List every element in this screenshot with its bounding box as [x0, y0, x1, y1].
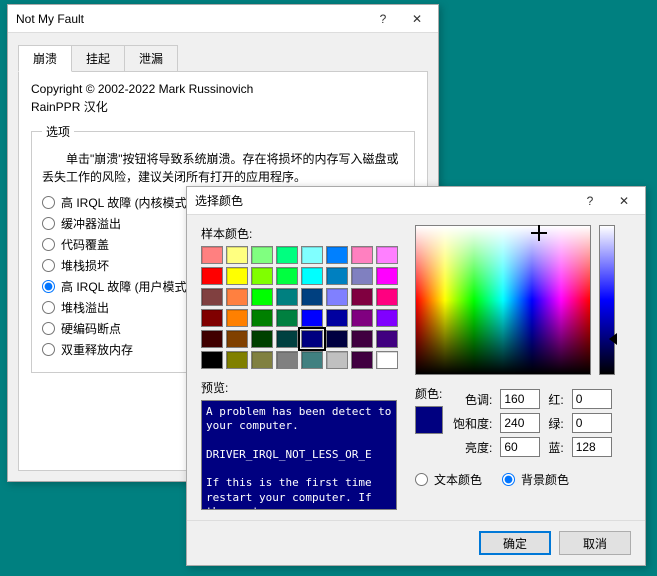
preview-box: A problem has been detect to your comput…	[201, 400, 397, 510]
color-swatch[interactable]	[276, 351, 298, 369]
color-swatch[interactable]	[376, 351, 398, 369]
options-legend: 选项	[42, 123, 74, 140]
color-swatch[interactable]	[201, 309, 223, 327]
cp-help-button[interactable]: ?	[573, 190, 607, 212]
red-label: 红:	[548, 391, 563, 408]
cp-titlebar: 选择颜色 ? ✕	[187, 187, 645, 215]
copyright-text: Copyright © 2002-2022 Mark Russinovich	[31, 82, 415, 96]
color-swatch[interactable]	[276, 330, 298, 348]
color-picker-window: 选择颜色 ? ✕ 样本颜色: 预览: A problem has been de…	[186, 186, 646, 566]
green-input[interactable]	[572, 413, 612, 433]
hue-input[interactable]	[500, 389, 540, 409]
preview-label: 预览:	[201, 379, 401, 396]
color-fields: 色调: 红: 饱和度: 绿: 亮度: 蓝:	[453, 389, 612, 457]
color-swatch[interactable]	[376, 309, 398, 327]
color-swatch[interactable]	[351, 246, 373, 264]
color-swatch[interactable]	[351, 351, 373, 369]
color-swatch[interactable]	[351, 330, 373, 348]
green-label: 绿:	[548, 415, 563, 432]
color-swatch[interactable]	[301, 246, 323, 264]
gradient-crosshair	[534, 228, 544, 238]
color-swatch[interactable]	[226, 267, 248, 285]
color-swatch[interactable]	[301, 288, 323, 306]
color-swatch[interactable]	[326, 351, 348, 369]
color-swatch[interactable]	[251, 330, 273, 348]
help-button[interactable]: ?	[366, 8, 400, 30]
color-swatch[interactable]	[251, 246, 273, 264]
color-swatch[interactable]	[251, 288, 273, 306]
color-swatch[interactable]	[201, 246, 223, 264]
color-swatch[interactable]	[276, 288, 298, 306]
bg-color-radio[interactable]: 背景颜色	[502, 471, 569, 488]
hue-label: 色调:	[453, 391, 492, 408]
options-description: 单击"崩溃"按钮将导致系统崩溃。存在将损坏的内存写入磁盘或丢失工作的风险，建议关…	[42, 150, 404, 186]
cp-close-button[interactable]: ✕	[607, 190, 641, 212]
color-swatch[interactable]	[351, 309, 373, 327]
color-swatch[interactable]	[226, 330, 248, 348]
nmf-titlebar: Not My Fault ? ✕	[8, 5, 438, 33]
color-swatch[interactable]	[226, 288, 248, 306]
tab-crash[interactable]: 崩溃	[18, 45, 72, 72]
color-sample	[415, 406, 443, 434]
text-color-radio[interactable]: 文本颜色	[415, 471, 482, 488]
color-swatch[interactable]	[276, 246, 298, 264]
color-swatch[interactable]	[376, 267, 398, 285]
red-input[interactable]	[572, 389, 612, 409]
color-swatch[interactable]	[201, 330, 223, 348]
color-swatch[interactable]	[301, 351, 323, 369]
color-swatch[interactable]	[251, 351, 273, 369]
blue-input[interactable]	[572, 437, 612, 457]
nmf-title: Not My Fault	[16, 12, 366, 26]
lum-label: 亮度:	[453, 439, 492, 456]
sat-input[interactable]	[500, 413, 540, 433]
color-swatch[interactable]	[326, 267, 348, 285]
sat-label: 饱和度:	[453, 415, 492, 432]
color-swatch[interactable]	[226, 309, 248, 327]
lum-input[interactable]	[500, 437, 540, 457]
color-swatch[interactable]	[276, 309, 298, 327]
color-swatch[interactable]	[326, 246, 348, 264]
luminance-arrow-icon	[609, 333, 617, 345]
tab-hang[interactable]: 挂起	[71, 45, 125, 72]
luminance-strip[interactable]	[599, 225, 615, 375]
cp-title: 选择颜色	[195, 192, 573, 209]
color-label: 颜色:	[415, 385, 453, 402]
color-swatch[interactable]	[301, 309, 323, 327]
color-swatch[interactable]	[251, 309, 273, 327]
color-gradient[interactable]	[415, 225, 591, 375]
color-swatch[interactable]	[301, 330, 323, 348]
swatch-grid	[201, 246, 401, 369]
color-swatch[interactable]	[226, 246, 248, 264]
ok-button[interactable]: 确定	[479, 531, 551, 555]
swatches-label: 样本颜色:	[201, 225, 401, 242]
blue-label: 蓝:	[548, 439, 563, 456]
color-swatch[interactable]	[326, 288, 348, 306]
color-type-group: 文本颜色 背景颜色	[415, 467, 631, 492]
cancel-button[interactable]: 取消	[559, 531, 631, 555]
translator-text: RainPPR 汉化	[31, 98, 415, 115]
color-swatch[interactable]	[201, 351, 223, 369]
color-swatch[interactable]	[301, 267, 323, 285]
close-button[interactable]: ✕	[400, 8, 434, 30]
color-swatch[interactable]	[276, 267, 298, 285]
color-swatch[interactable]	[376, 288, 398, 306]
color-swatch[interactable]	[376, 330, 398, 348]
color-swatch[interactable]	[351, 267, 373, 285]
cp-button-bar: 确定 取消	[187, 520, 645, 565]
tab-leak[interactable]: 泄漏	[124, 45, 178, 72]
color-swatch[interactable]	[351, 288, 373, 306]
tab-strip: 崩溃 挂起 泄漏	[8, 37, 438, 72]
color-swatch[interactable]	[201, 267, 223, 285]
color-swatch[interactable]	[201, 288, 223, 306]
color-swatch[interactable]	[226, 351, 248, 369]
color-swatch[interactable]	[251, 267, 273, 285]
color-swatch[interactable]	[326, 330, 348, 348]
color-swatch[interactable]	[376, 246, 398, 264]
color-swatch[interactable]	[326, 309, 348, 327]
